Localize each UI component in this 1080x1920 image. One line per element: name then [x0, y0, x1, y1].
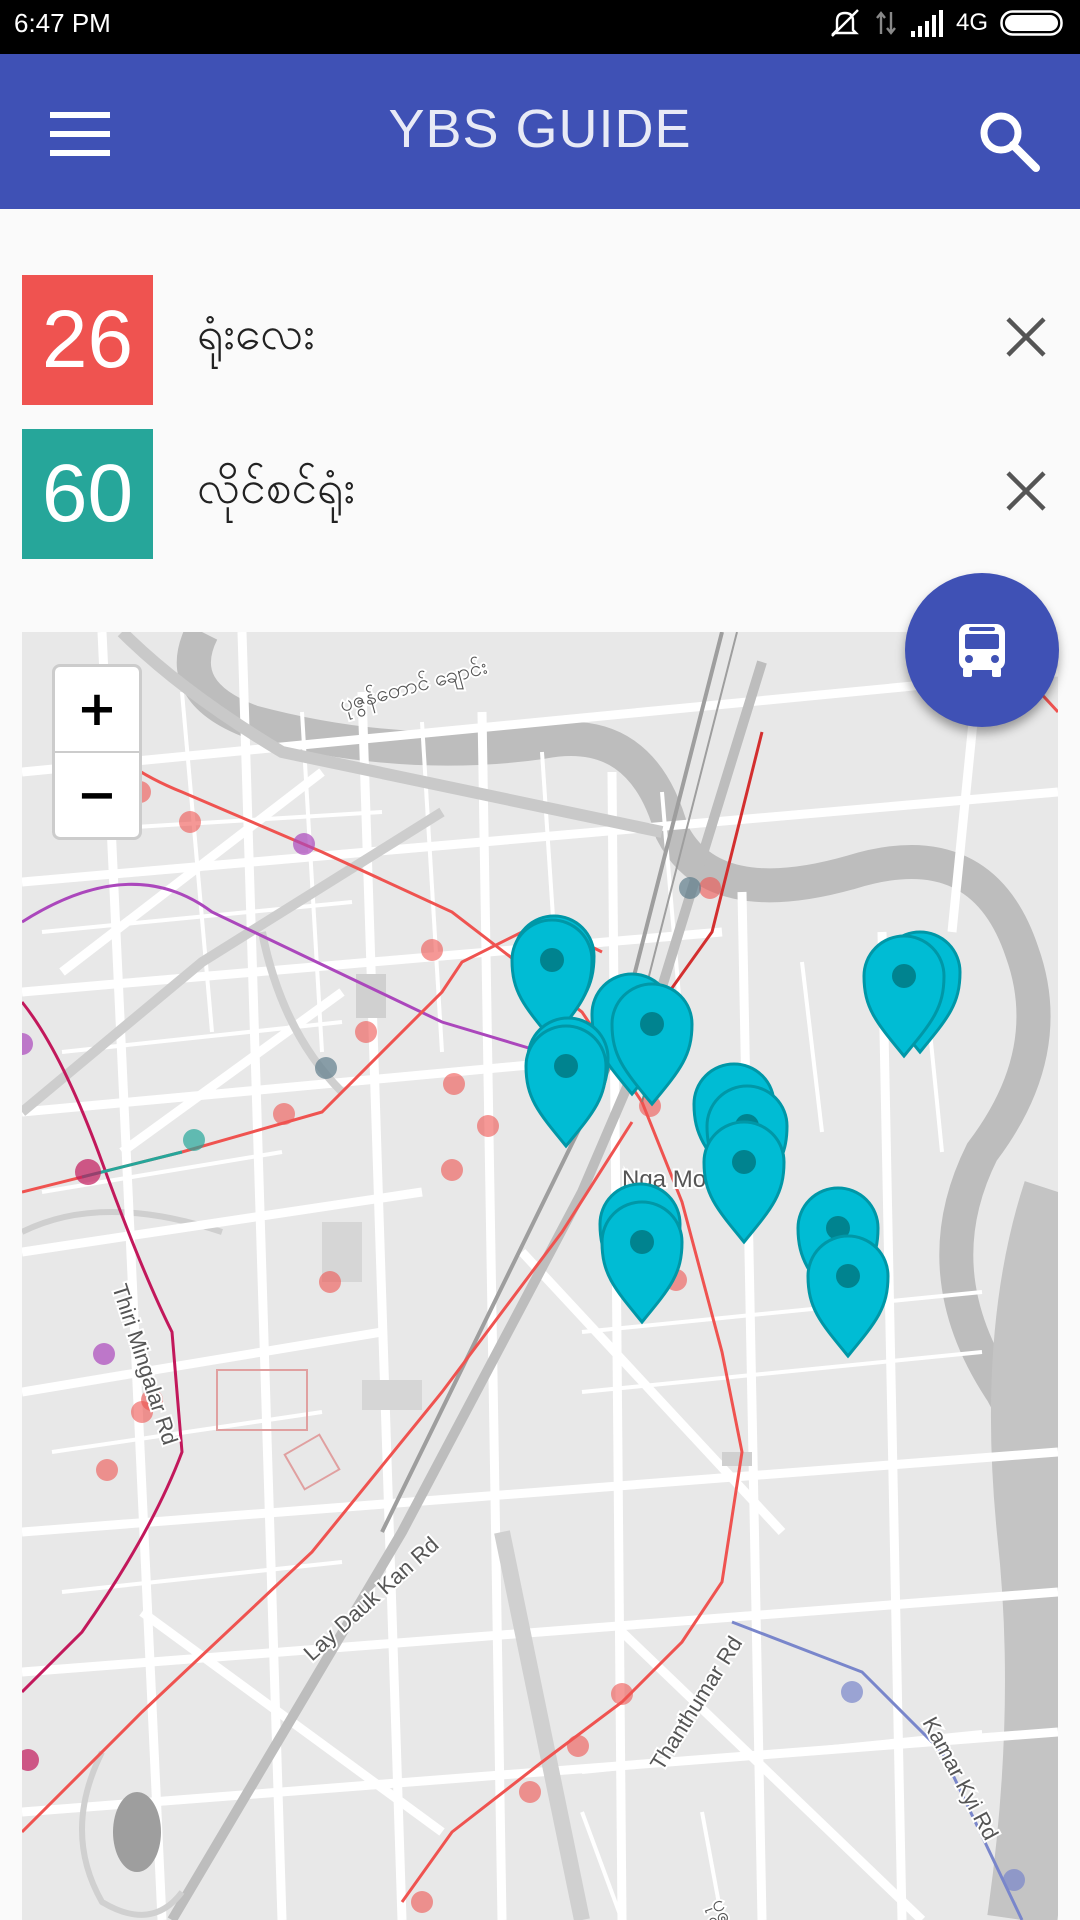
zoom-control: + −: [52, 664, 142, 840]
route-row-26[interactable]: 26 ရုံးလေး: [22, 275, 1062, 405]
route-name: လိုင်စင်ရုံး: [197, 460, 356, 514]
network-type: 4G: [955, 9, 988, 36]
status-time: 6:47 PM: [14, 8, 111, 38]
close-icon[interactable]: [1004, 469, 1048, 513]
mute-icon: [831, 9, 859, 37]
route-map[interactable]: ပုဇွန်တောင် ချောင်း Nga Mo Thiri Mingala…: [22, 632, 1058, 1920]
route-number-badge: 26: [22, 275, 153, 405]
battery-icon: [1000, 10, 1063, 36]
status-icons: 4G: [828, 8, 1066, 38]
signal-icon: [910, 10, 943, 37]
bus-icon: [959, 624, 1005, 677]
map-tiles: ပုဇွန်တောင် ချောင်း Nga Mo Thiri Mingala…: [22, 632, 1058, 1920]
bus-fab-button[interactable]: [905, 573, 1059, 727]
route-row-60[interactable]: 60 လိုင်စင်ရုံး: [22, 429, 1062, 559]
status-bar: 6:47 PM 4G: [0, 0, 1080, 54]
route-name: ရုံးလေး: [197, 306, 315, 360]
data-arrows-icon: [876, 11, 896, 35]
app-bar: YBS GUIDE: [0, 54, 1080, 209]
close-icon[interactable]: [1004, 315, 1048, 359]
route-number-badge: 60: [22, 429, 153, 559]
search-icon[interactable]: [976, 108, 1042, 174]
app-title: YBS GUIDE: [388, 99, 692, 159]
zoom-in-button[interactable]: +: [55, 667, 139, 753]
zoom-out-button[interactable]: −: [55, 753, 139, 837]
